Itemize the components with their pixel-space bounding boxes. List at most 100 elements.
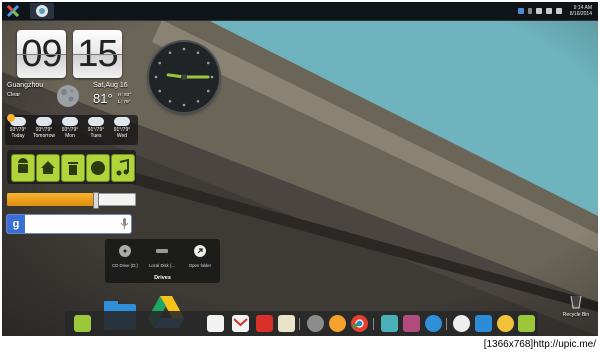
dock-separator: [373, 318, 374, 330]
recycle-bin-label: Recycle Bin: [562, 312, 590, 318]
weather-city: Guangzhou: [7, 82, 44, 89]
clock-tick: [206, 89, 210, 93]
weather-date: Sat,Aug 16: [93, 82, 128, 89]
battery-icon[interactable]: [555, 8, 562, 14]
android-dock-icon[interactable]: [74, 315, 91, 332]
forecast-label: Tomorrow: [33, 133, 55, 139]
screenshot-frame: 9:14 AM 8/16/2014 09 15 Guangzhou Clear …: [0, 0, 600, 357]
desktop: 9:14 AM 8/16/2014 09 15 Guangzhou Clear …: [2, 2, 598, 336]
weather-temp: 81°: [93, 91, 113, 106]
dock-separator: [299, 318, 300, 330]
clock-tick: [182, 47, 186, 51]
google-search-bar[interactable]: g: [7, 215, 131, 233]
weather-dock-icon[interactable]: [497, 315, 514, 332]
clock-tick: [196, 99, 200, 103]
forecast-day: 91°/79° Wed: [110, 117, 134, 139]
tray-date: 8/16/2014: [569, 11, 592, 17]
forecast-label: Wed: [116, 133, 128, 139]
globe-app-button[interactable]: [86, 154, 110, 182]
forecast-day: 93°/79° Tomorrow: [32, 117, 56, 139]
gallery-dock-icon[interactable]: [403, 315, 420, 332]
forecast-day: 93°/79° Today: [6, 114, 30, 139]
weather-condition: Clear: [7, 92, 21, 98]
analog-clock-face: [154, 47, 214, 107]
globe-icon: [91, 161, 105, 175]
dock-separator: [446, 318, 447, 330]
folder-dock-icon[interactable]: [475, 315, 492, 332]
local-disk-item[interactable]: Local Disk (...: [144, 244, 180, 268]
cloudy-icon: [114, 117, 130, 126]
cd-drive-icon: [119, 245, 131, 257]
maps-dock-icon[interactable]: [278, 315, 295, 332]
music-icon: [116, 158, 129, 176]
system-app-icon: [36, 5, 48, 17]
clock-tick: [206, 61, 210, 65]
recycle-bin[interactable]: Recycle Bin: [559, 294, 593, 318]
volume-icon[interactable]: [545, 8, 552, 14]
open-folder-label: Open folder: [188, 263, 212, 268]
cloudy-icon: [36, 117, 52, 126]
clock-tick: [154, 75, 158, 79]
volume-slider[interactable]: [7, 192, 136, 209]
chrome-dock-icon[interactable]: [351, 315, 368, 332]
chevron-up-icon[interactable]: [527, 8, 532, 14]
clock-tick: [158, 61, 162, 65]
taskbar: 9:14 AM 8/16/2014: [2, 2, 598, 21]
open-folder-icon: [194, 245, 206, 257]
store-dock-icon[interactable]: [207, 315, 224, 332]
app-drawer-icon[interactable]: [453, 315, 470, 332]
google-icon: g: [7, 215, 25, 233]
app-shortcut-bar: [7, 150, 136, 184]
tray-clock[interactable]: 9:14 AM 8/16/2014: [570, 5, 592, 17]
taskbar-app-button[interactable]: [30, 3, 54, 19]
home-app-button[interactable]: [36, 154, 60, 182]
partly-sunny-icon: [7, 114, 26, 126]
moon-icon: [57, 85, 79, 107]
cloudy-icon: [62, 117, 78, 126]
clock-minutes-card: 15: [73, 30, 122, 78]
weather-forecast: 93°/79° Today 93°/79° Tomorrow 93°/79° M…: [5, 114, 138, 145]
weather-low: L: 79°: [118, 100, 131, 105]
weather-current: Guangzhou Clear Sat,Aug 16 81° H: 93° L:…: [5, 80, 138, 113]
music-app-button[interactable]: [111, 154, 135, 182]
app-switcher-dock-icon[interactable]: [381, 315, 398, 332]
forecast-label: Tues: [90, 133, 102, 139]
headphones-dock-icon[interactable]: [329, 315, 346, 332]
android-apk-dock-icon[interactable]: [518, 315, 535, 332]
flag-icon[interactable]: [517, 8, 524, 14]
search-dock-icon[interactable]: [425, 315, 442, 332]
drives-popup: CD Drive (D:) Local Disk (... Open folde…: [105, 239, 220, 283]
trash-app-button[interactable]: [61, 154, 85, 182]
clock-hours: 09: [21, 33, 62, 75]
microphone-icon[interactable]: [120, 218, 129, 230]
android-app-button[interactable]: [11, 154, 35, 182]
start-menu-icon[interactable]: [6, 4, 20, 18]
clock-tick: [196, 51, 200, 55]
forecast-label: Mon: [65, 133, 75, 139]
android-icon: [18, 158, 28, 173]
weather-high: H: 93°: [118, 93, 132, 98]
cloudy-icon: [88, 117, 104, 126]
analog-clock: [149, 42, 219, 112]
forecast-day: 91°/79° Tues: [84, 117, 108, 139]
network-icon[interactable]: [535, 8, 542, 14]
clock-minutes: 15: [77, 33, 118, 75]
home-icon: [41, 161, 55, 174]
image-caption: [1366x768]http://upic.me/: [483, 339, 596, 350]
youtube-dock-icon[interactable]: [256, 315, 273, 332]
clock-tick: [168, 99, 172, 103]
recycle-bin-icon: [570, 295, 582, 309]
trash-icon: [68, 162, 78, 175]
gmail-dock-icon[interactable]: [232, 315, 249, 332]
cd-drive-label: CD Drive (D:): [112, 263, 138, 268]
cd-drive-item[interactable]: CD Drive (D:): [107, 244, 143, 268]
clock-tick: [158, 89, 162, 93]
volume-fill: [7, 193, 95, 206]
forecast-day: 93°/79° Mon: [58, 117, 82, 139]
settings-gear-icon[interactable]: [307, 315, 324, 332]
dock: [65, 311, 538, 336]
open-folder-item[interactable]: Open folder: [182, 244, 218, 268]
local-disk-icon: [156, 249, 168, 253]
system-tray: 9:14 AM 8/16/2014: [517, 3, 592, 19]
volume-knob[interactable]: [92, 192, 99, 209]
